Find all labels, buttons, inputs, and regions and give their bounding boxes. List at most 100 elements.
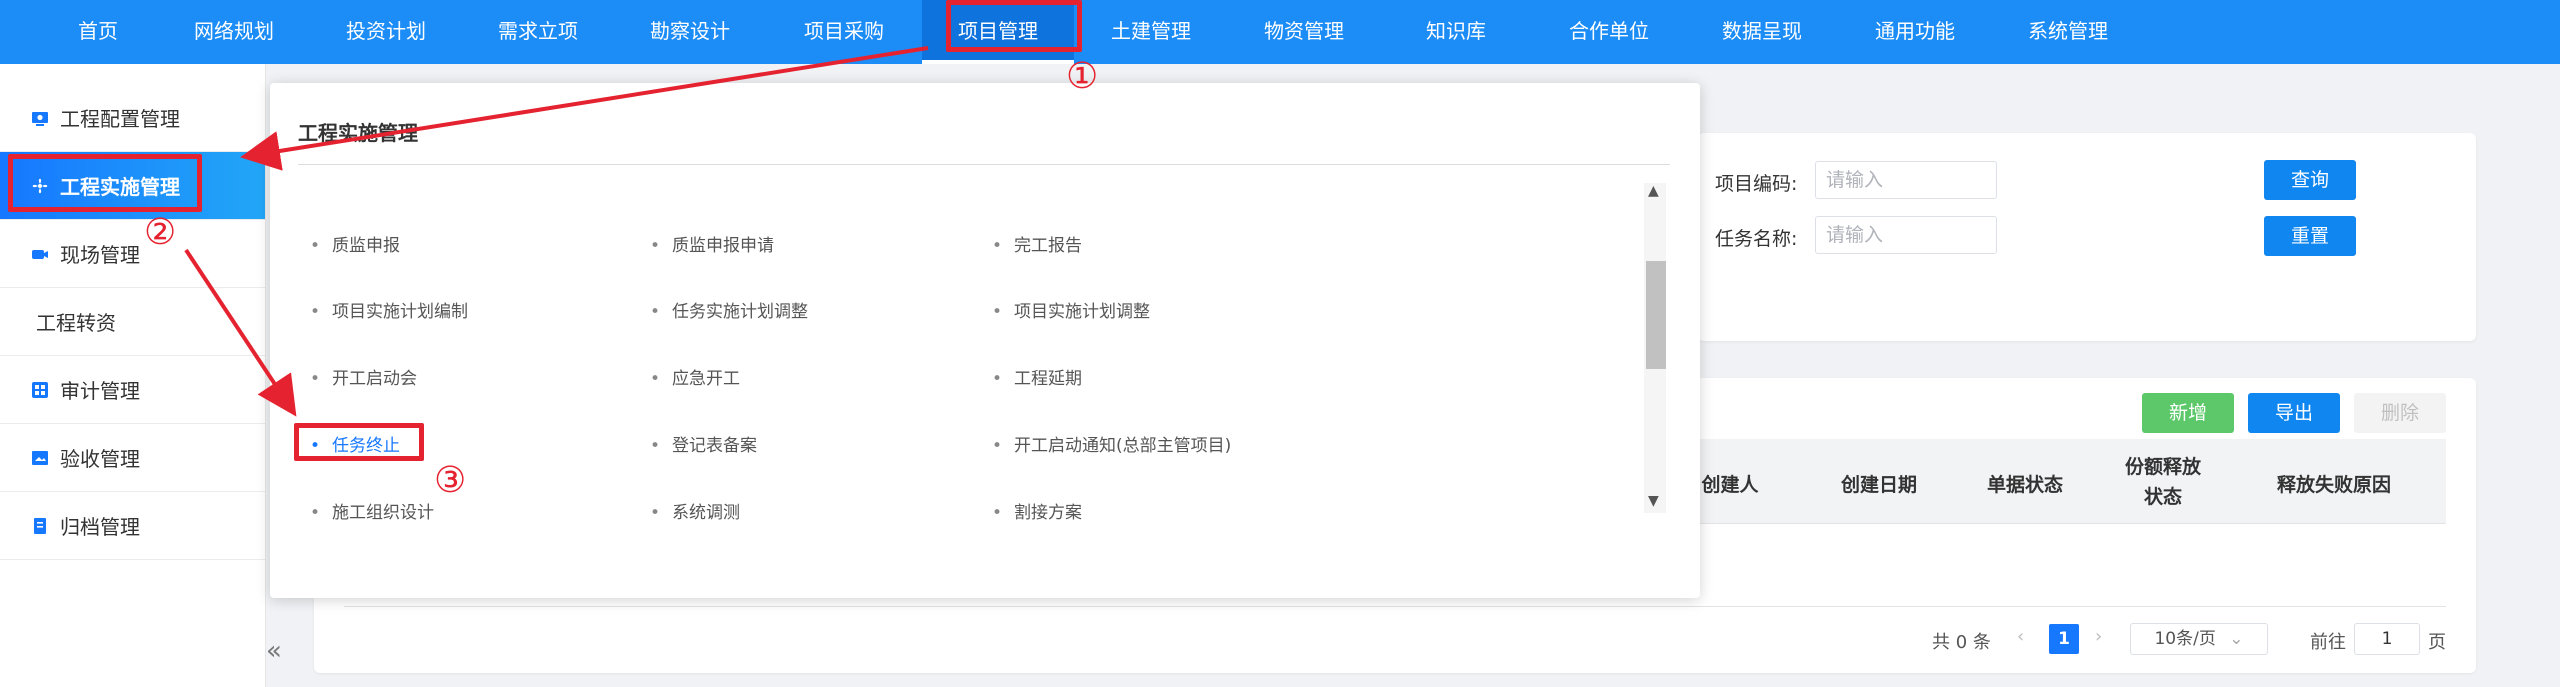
document-icon	[34, 517, 46, 534]
nav-home[interactable]: 首页	[38, 0, 158, 64]
menu-item-label: 项目实施计划调整	[1014, 302, 1151, 322]
sidebar-item-archive-management[interactable]: 归档管理	[0, 492, 265, 560]
highlight-box-engineering-implementation	[8, 154, 202, 212]
menu-item-label: 质监申报	[332, 236, 401, 256]
menu-item-quality-report[interactable]: • 质监申报	[310, 231, 400, 256]
nav-common-functions[interactable]: 通用功能	[1838, 0, 1992, 64]
nav-survey-design[interactable]: 勘察设计	[614, 0, 766, 64]
column-release-failure-reason: 释放失败原因	[2276, 474, 2391, 496]
bullet-icon: •	[992, 436, 1003, 456]
step-3-marker: ③	[434, 460, 467, 501]
bullet-icon: •	[650, 436, 661, 456]
sidebar-collapse-button[interactable]: «	[266, 636, 282, 666]
bullet-icon: •	[310, 503, 321, 523]
column-created-date: 创建日期	[1840, 474, 1917, 496]
dropdown-title: 工程实施管理	[298, 121, 418, 145]
project-management-dropdown: 工程实施管理 . . . . . . . . . . . . . • 质监申报 •…	[270, 83, 1700, 598]
menu-item-plan-compilation[interactable]: • 项目实施计划编制	[310, 297, 468, 322]
menu-item-emergency-start[interactable]: • 应急开工	[650, 364, 740, 389]
scroll-up-icon[interactable]: ▲	[1648, 183, 1659, 199]
menu-item-label: 完工报告	[1014, 236, 1083, 256]
chevron-down-icon: ⌄	[2229, 629, 2244, 649]
sidebar-item-label: 审计管理	[60, 379, 140, 403]
export-button[interactable]: 导出	[2248, 393, 2340, 433]
bullet-icon: •	[992, 302, 1003, 322]
menu-item-cutover-plan[interactable]: • 割接方案	[992, 498, 1082, 523]
delete-button[interactable]: 删除	[2354, 393, 2446, 433]
image-card-icon	[32, 450, 48, 465]
query-button[interactable]: 查询	[2264, 160, 2356, 200]
menu-item-task-plan-adjust[interactable]: • 任务实施计划调整	[650, 297, 808, 322]
menu-item-label: 项目实施计划编制	[332, 302, 469, 322]
highlight-box-task-termination	[294, 423, 424, 461]
bullet-icon: •	[310, 236, 321, 256]
bullet-icon: •	[992, 236, 1003, 256]
goto-suffix: 页	[2428, 632, 2446, 653]
nav-knowledge-base[interactable]: 知识库	[1380, 0, 1532, 64]
dropdown-divider	[298, 164, 1670, 165]
monitor-icon	[32, 111, 48, 126]
nav-partners[interactable]: 合作单位	[1532, 0, 1686, 64]
pager-next-icon[interactable]: ›	[2095, 626, 2102, 647]
sidebar-item-site-management[interactable]: 现场管理	[0, 220, 265, 288]
goto-prefix: 前往	[2310, 632, 2346, 653]
bullet-icon: •	[992, 503, 1003, 523]
menu-item-registration-filing[interactable]: • 登记表备案	[650, 431, 757, 456]
goto-page-input[interactable]: 1	[2354, 623, 2420, 655]
sidebar-item-label: 工程转资	[36, 311, 116, 335]
camera-icon	[32, 249, 48, 259]
task-name-label: 任务名称:	[1715, 228, 1798, 250]
menu-item-kickoff-meeting[interactable]: • 开工启动会	[310, 364, 417, 389]
pager-total: 共 0 条	[1932, 632, 1991, 653]
sidebar-item-label: 现场管理	[60, 243, 140, 267]
nav-project-procurement[interactable]: 项目采购	[766, 0, 922, 64]
menu-item-label: 开工启动通知(总部主管项目)	[1014, 436, 1232, 456]
nav-network-planning[interactable]: 网络规划	[158, 0, 310, 64]
menu-item-completion-report[interactable]: • 完工报告	[992, 231, 1082, 256]
add-button[interactable]: 新增	[2142, 393, 2234, 433]
bullet-icon: •	[310, 302, 321, 322]
menu-item-project-plan-adjust[interactable]: • 项目实施计划调整	[992, 297, 1150, 322]
project-code-input[interactable]	[1815, 161, 1997, 199]
search-card: 项目编码: 任务名称: 查询 重置	[1698, 133, 2476, 341]
nav-data-display[interactable]: 数据呈现	[1686, 0, 1838, 64]
menu-item-system-testing[interactable]: • 系统调测	[650, 498, 740, 523]
nav-civil-management[interactable]: 土建管理	[1074, 0, 1228, 64]
sidebar-item-audit-management[interactable]: 审计管理	[0, 356, 265, 424]
menu-item-quality-report-application[interactable]: • 质监申报申请	[650, 231, 774, 256]
scroll-down-icon[interactable]: ▼	[1648, 493, 1659, 509]
menu-item-label: 开工启动会	[332, 369, 418, 389]
sidebar-item-acceptance-management[interactable]: 验收管理	[0, 424, 265, 492]
pager-prev-icon[interactable]: ‹	[2017, 626, 2024, 647]
menu-item-label: 任务实施计划调整	[672, 302, 809, 322]
page-size-select[interactable]: 10条/页 ⌄	[2130, 623, 2268, 655]
nav-investment-plan[interactable]: 投资计划	[310, 0, 462, 64]
sidebar-item-label: 工程配置管理	[60, 107, 180, 131]
table-bottom-border	[344, 606, 2446, 607]
bullet-icon: •	[650, 369, 661, 389]
menu-item-label: 施工组织设计	[332, 503, 435, 523]
task-name-input[interactable]	[1815, 216, 1997, 254]
column-quota-release-status: 份额释放 状态	[2124, 456, 2201, 508]
column-document-status: 单据状态	[1986, 474, 2063, 496]
nav-system-management[interactable]: 系统管理	[1992, 0, 2144, 64]
dropdown-scrollbar-thumb[interactable]	[1646, 261, 1666, 369]
menu-item-label: 割接方案	[1014, 503, 1083, 523]
sidebar-item-label: 归档管理	[60, 515, 140, 539]
menu-item-construction-design[interactable]: • 施工组织设计	[310, 498, 434, 523]
pager-current-page[interactable]: 1	[2049, 624, 2079, 654]
menu-item-project-extension[interactable]: • 工程延期	[992, 364, 1082, 389]
menu-item-label: 应急开工	[672, 369, 741, 389]
sidebar-item-asset-transfer[interactable]: 工程转资	[0, 288, 265, 356]
nav-material-management[interactable]: 物资管理	[1228, 0, 1380, 64]
bullet-icon: •	[650, 503, 661, 523]
dropdown-clipped-row: . . . . . . . . . . . . .	[310, 173, 422, 181]
sidebar-item-engineering-config[interactable]: 工程配置管理	[0, 84, 265, 152]
bullet-icon: •	[310, 369, 321, 389]
highlight-box-project-management	[946, 0, 1082, 52]
reset-button[interactable]: 重置	[2264, 216, 2356, 256]
menu-item-kickoff-notice[interactable]: • 开工启动通知(总部主管项目)	[992, 431, 1231, 456]
menu-item-label: 系统调测	[672, 503, 741, 523]
nav-requirement-setup[interactable]: 需求立项	[462, 0, 614, 64]
